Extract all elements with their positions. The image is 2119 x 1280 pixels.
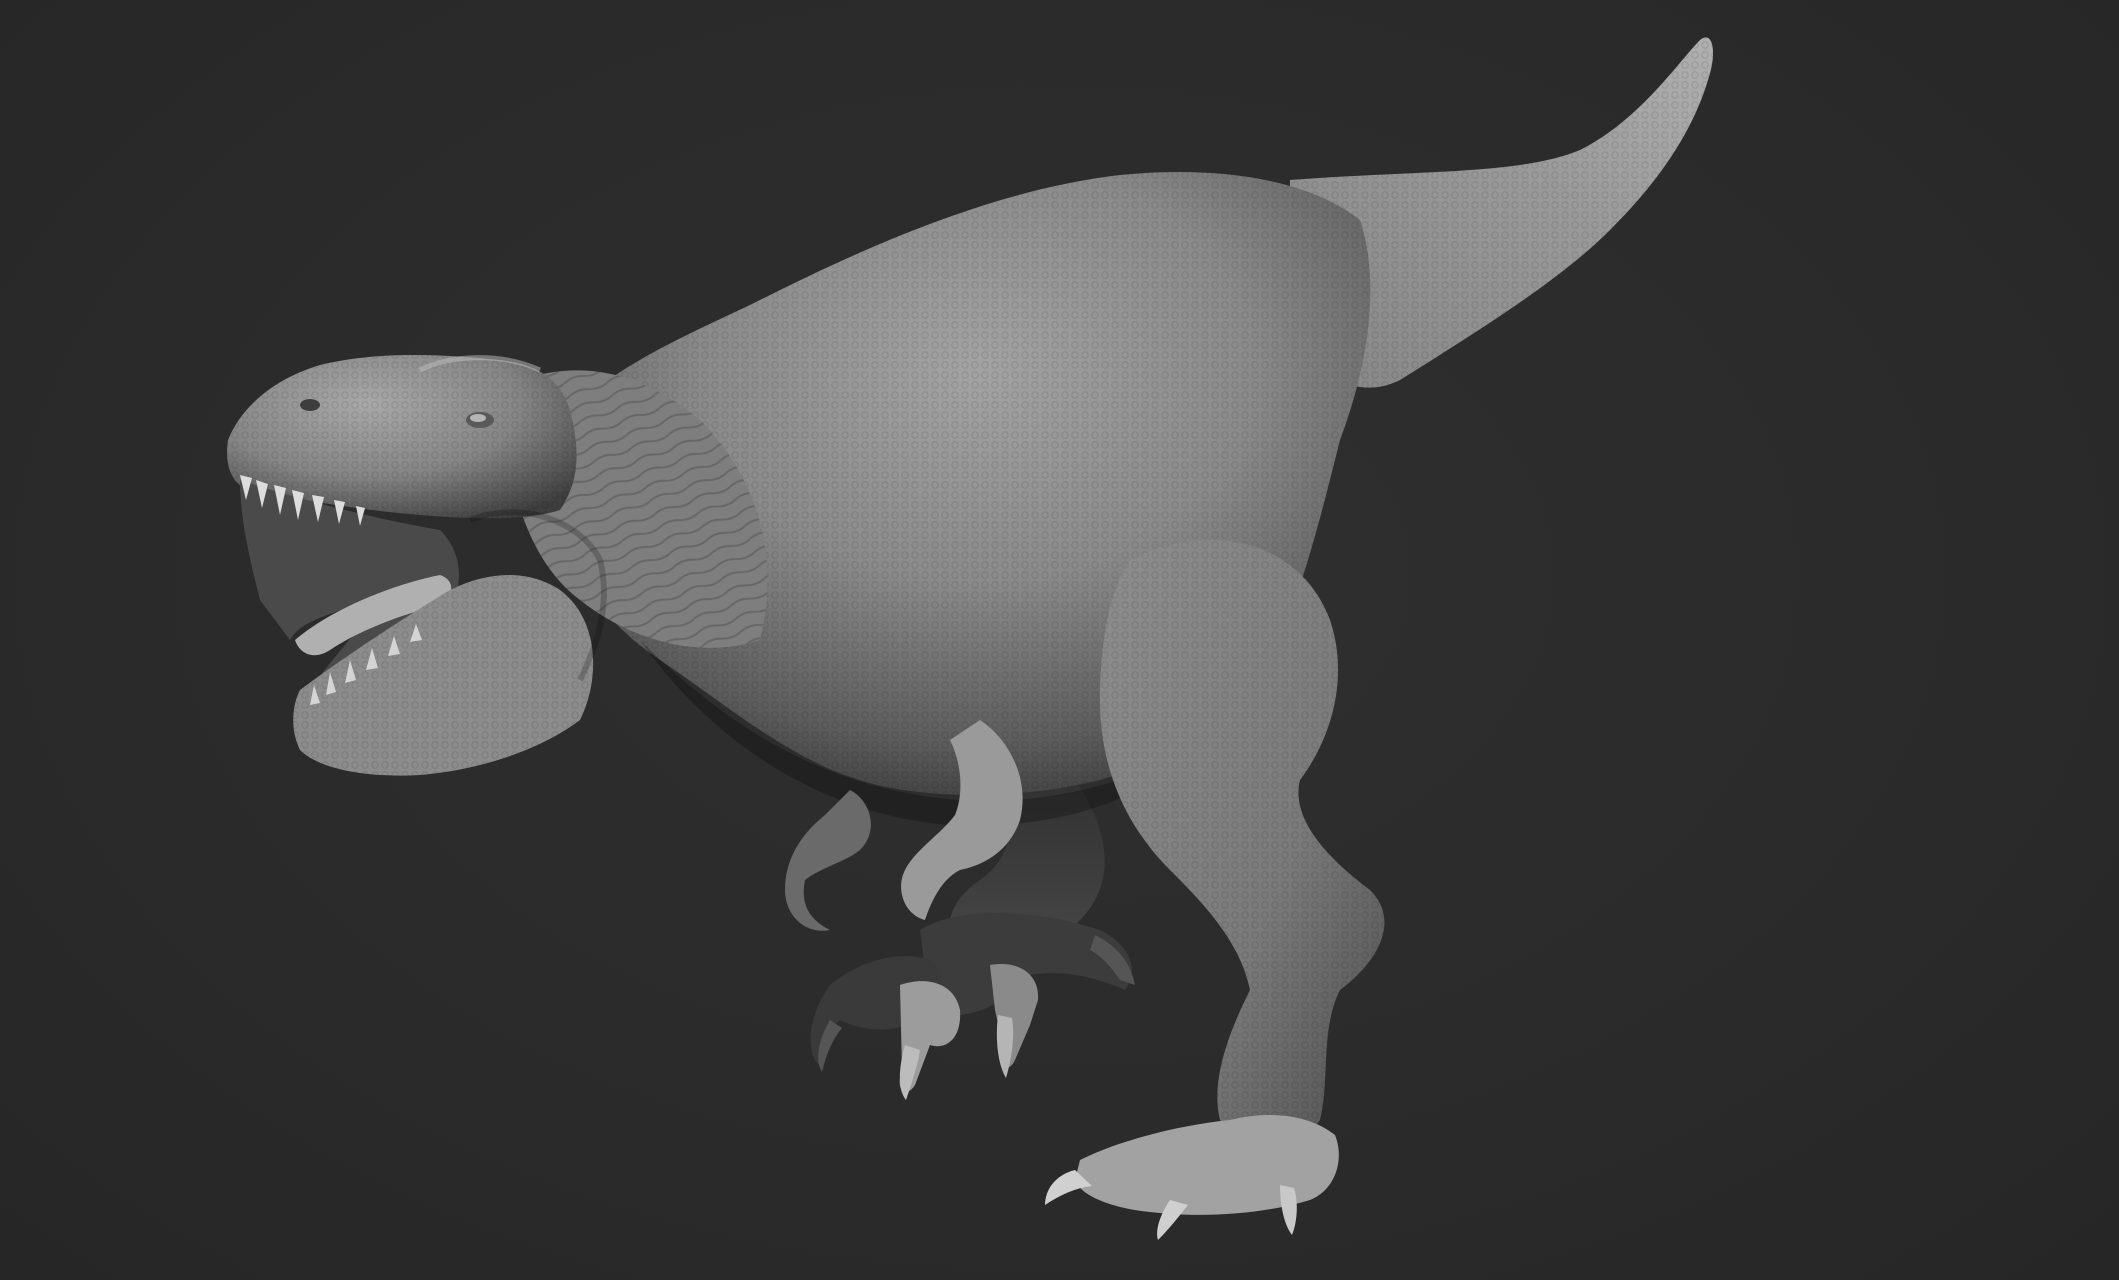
viewport-canvas[interactable] [0,0,2119,1280]
trex-sculpt-render [226,37,1714,1240]
